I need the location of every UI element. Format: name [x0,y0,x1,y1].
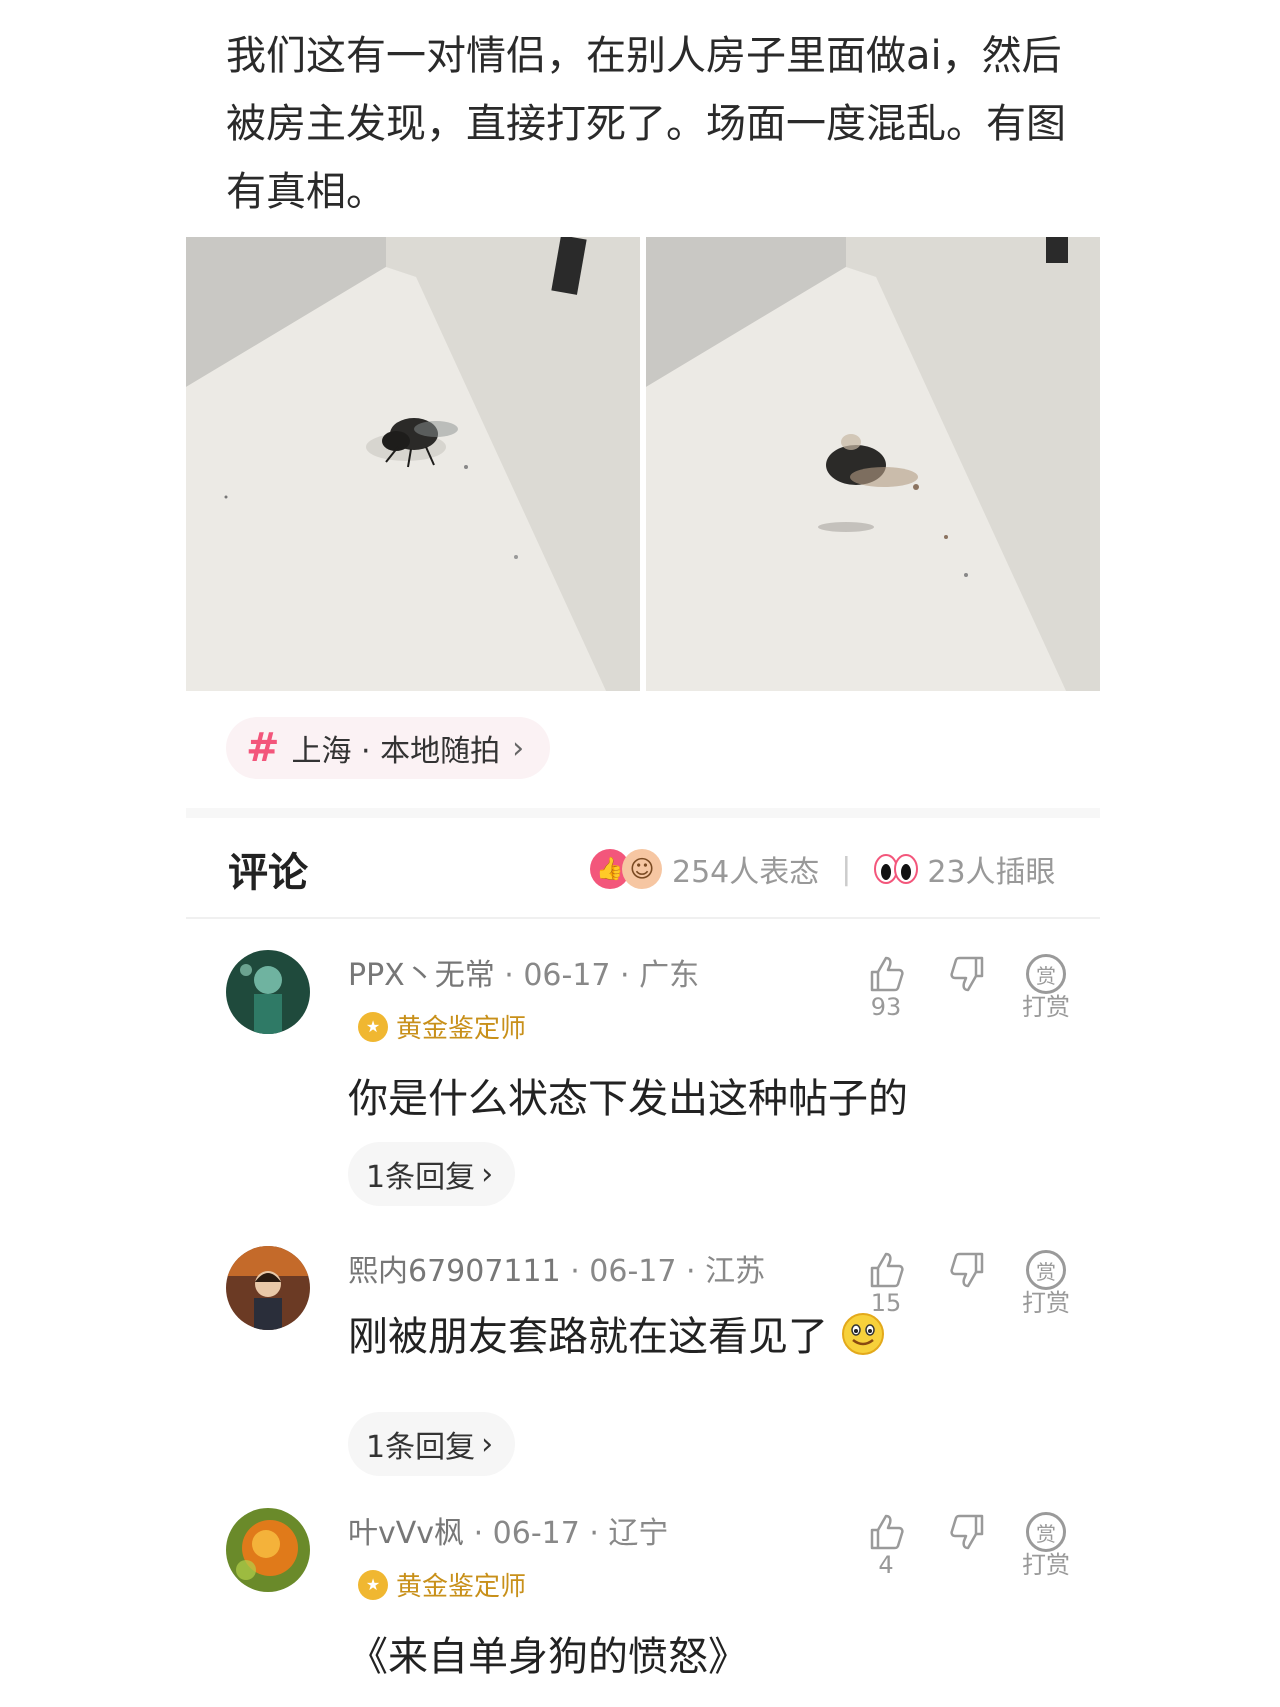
replies-button[interactable]: 1条回复 › [348,1412,516,1476]
medal-icon: ★ [358,1011,388,1042]
topic-label: 上海 · 本地随拍 [291,734,501,769]
like-button[interactable]: 4 [856,1512,916,1578]
eye-count: 23人插眼 [927,855,1056,890]
smile-reaction-icon: ☺ [622,849,662,889]
reward-icon: 赏 [1026,1512,1066,1552]
thumbs-up-icon [870,1252,904,1288]
gold-appraiser-badge: ★ 黄金鉴定师 [358,1008,526,1045]
replies-label: 1条回复 [366,1430,476,1465]
eyes-icon [874,854,919,884]
reward-button[interactable]: 赏 打赏 [1016,1512,1076,1578]
like-button[interactable]: 93 [856,954,916,1020]
reward-label: 打赏 [1022,1551,1070,1579]
comment-actions: 15 赏 打赏 [856,1250,1086,1330]
post-text: 我们这有一对情侣，在别人房子里面做ai，然后被房主发现，直接打死了。场面一度混乱… [226,33,1066,215]
comment-date-location: · 06-17 · 江苏 [560,1254,766,1289]
comment-actions: 93 赏 打赏 [856,954,1086,1034]
reactions-bar[interactable]: 👍 ☺ 254人表态 | 23人插眼 [590,846,1056,892]
medal-icon: ★ [358,1569,388,1600]
dislike-button[interactable] [938,954,998,994]
post-page: 我们这有一对情侣，在别人房子里面做ai，然后被房主发现，直接打死了。场面一度混乱… [0,0,1280,1707]
topic-tag[interactable]: # 上海 · 本地随拍 › [226,717,551,779]
photo-flies-alive[interactable] [186,237,640,691]
reward-icon: 赏 [1026,1250,1066,1290]
reward-label: 打赏 [1022,1289,1070,1317]
comment-date-location: · 06-17 · 广东 [494,958,700,993]
photo-flies-squashed-image [646,237,1100,691]
comment-text: 你是什么状态下发出这种帖子的 [348,1076,908,1122]
comment-date-location: · 06-17 · 辽宁 [464,1516,669,1551]
thumbs-down-icon [950,956,984,992]
badge-label: 黄金鉴定师 [396,1014,527,1044]
avatar[interactable] [226,1508,310,1592]
avatar[interactable] [226,950,310,1034]
photo-flies-squashed[interactable] [646,237,1100,691]
comment-text-body: 刚被朋友套路就在这看见了 [348,1314,828,1360]
thumbs-up-icon [870,956,904,992]
reactions-separator: | [841,851,852,887]
replies-label: 1条回复 [366,1160,476,1195]
thumbs-up-icon [870,1514,904,1550]
comment-text: 《来自单身狗的愤怒》 [348,1634,748,1680]
comments-divider [186,917,1100,919]
comment-item: PPX丶无常 · 06-17 · 广东 ★ 黄金鉴定师 你是什么状态下发出这种帖… [226,950,1086,1206]
comment-meta: PPX丶无常 · 06-17 · 广东 [348,950,699,994]
avatar[interactable] [226,1246,310,1330]
section-divider [186,808,1100,818]
like-count: 4 [878,1551,894,1579]
like-button[interactable]: 15 [856,1250,916,1316]
reactions-count: 254人表态 [672,855,820,890]
chevron-right-icon: › [512,730,525,766]
replies-button[interactable]: 1条回复 › [348,1142,516,1206]
thumbs-down-icon [950,1252,984,1288]
chevron-right-icon: › [481,1426,494,1462]
reward-icon: 赏 [1026,954,1066,994]
comment-text: 刚被朋友套路就在这看见了 [348,1304,885,1362]
username[interactable]: 熙内67907111 [348,1254,561,1289]
photo-grid [186,237,1100,691]
dislike-button[interactable] [938,1512,998,1552]
comment-meta: 熙内67907111 · 06-17 · 江苏 [348,1246,765,1290]
username[interactable]: 叶vVv枫 [348,1516,464,1551]
comment-item: 叶vVv枫 · 06-17 · 辽宁 ★ 黄金鉴定师 《来自单身狗的愤怒》 4 … [226,1508,1086,1688]
reward-button[interactable]: 赏 打赏 [1016,954,1076,1020]
comments-title: 评论 [228,850,308,896]
thumbs-down-icon [950,1514,984,1550]
comment-actions: 4 赏 打赏 [856,1512,1086,1592]
badge-label: 黄金鉴定师 [396,1572,527,1602]
gold-appraiser-badge: ★ 黄金鉴定师 [358,1566,526,1603]
photo-flies-alive-image [186,237,640,691]
like-count: 15 [870,1289,902,1317]
reward-label: 打赏 [1022,993,1070,1021]
dislike-button[interactable] [938,1250,998,1290]
comment-item: 熙内67907111 · 06-17 · 江苏 刚被朋友套路就在这看见了 1条回… [226,1246,1086,1476]
like-count: 93 [870,993,902,1021]
hash-icon: # [246,725,280,771]
reward-button[interactable]: 赏 打赏 [1016,1250,1076,1316]
chevron-right-icon: › [481,1156,494,1192]
username[interactable]: PPX丶无常 [348,958,495,993]
comment-meta: 叶vVv枫 · 06-17 · 辽宁 [348,1508,668,1552]
